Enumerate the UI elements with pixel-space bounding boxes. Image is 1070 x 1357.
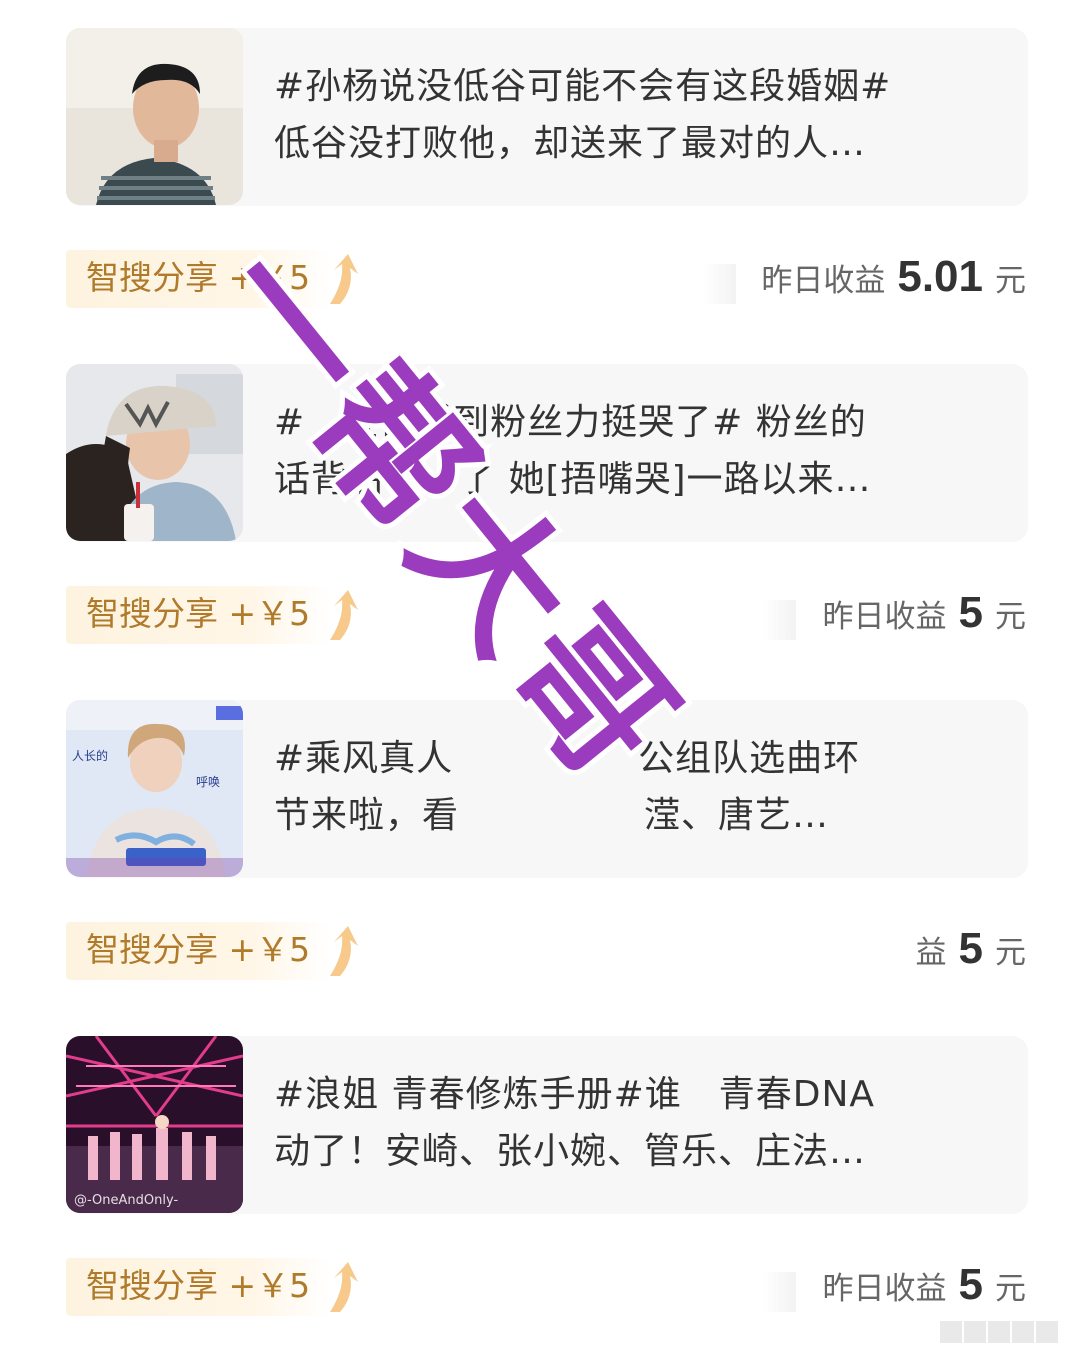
reward-label: 智搜分享 — [86, 930, 218, 969]
up-arrow-icon — [330, 254, 358, 304]
reward-tag: 智搜分享 +￥5 — [66, 586, 358, 644]
earnings-value: 5 — [958, 1260, 983, 1309]
reward-amount: +￥5 — [228, 930, 311, 969]
post-card[interactable]: @-OneAndOnly- #浪姐 青春修炼手册#谁 青春DNA 动了！安崎、张… — [66, 1036, 1028, 1214]
reward-label: 智搜分享 — [86, 594, 218, 633]
reward-tag: 智搜分享 +￥5 — [66, 250, 358, 308]
post-title[interactable]: #孙杨说没低谷可能不会有这段婚姻# 低谷没打败他，却送来了最对的人… — [274, 58, 1004, 172]
yesterday-earnings: 昨日收益 5 元 — [823, 588, 1026, 648]
fade-divider — [762, 600, 796, 640]
yesterday-earnings: 益 5 元 — [916, 924, 1026, 984]
fade-divider — [762, 1272, 796, 1312]
yesterday-earnings: 昨日收益 5 元 — [823, 1260, 1026, 1320]
fade-divider — [702, 264, 736, 304]
earnings-value: 5.01 — [897, 252, 983, 301]
earnings-value: 5 — [958, 924, 983, 973]
reward-tag: 智搜分享 +￥5 — [66, 922, 358, 980]
thumbnail-tv-show: 人长的 呼唤 — [66, 700, 243, 877]
post-title-line: #孙杨说没低谷可能不会有这段婚姻# — [274, 66, 892, 107]
post-thumbnail[interactable]: @-OneAndOnly- — [66, 1036, 243, 1213]
post-thumbnail[interactable] — [66, 364, 243, 541]
post-thumbnail[interactable] — [66, 28, 243, 205]
up-arrow-icon — [330, 1262, 358, 1312]
post-title[interactable]: # 宣仪听到粉丝力挺哭了# 粉丝的 话背后 了 她[捂嘴哭]一路以来… — [274, 394, 1004, 508]
reward-tag: 智搜分享 +￥5 — [66, 1258, 358, 1316]
reward-label: 智搜分享 — [86, 258, 218, 297]
post-title[interactable]: #浪姐 青春修炼手册#谁 青春DNA 动了！安崎、张小婉、管乐、庄法… — [274, 1066, 1004, 1180]
thumbnail-woman-cap — [66, 364, 243, 541]
up-arrow-icon — [330, 590, 358, 640]
earnings-label: 昨日收益 — [761, 263, 886, 299]
earnings-unit: 元 — [995, 935, 1026, 971]
earnings-label: 益 — [915, 935, 947, 971]
thumbnail-caption: 呼唤 — [196, 775, 220, 789]
post-title-line: # 宣仪听到粉丝力挺哭了# 粉丝的 — [274, 402, 867, 443]
reward-text: 智搜分享 +￥5 — [86, 1266, 310, 1306]
thumbnail-man-portrait — [66, 28, 243, 205]
earnings-feed: #孙杨说没低谷可能不会有这段婚姻# 低谷没打败他，却送来了最对的人… 智搜分享 … — [0, 0, 1070, 1357]
up-arrow-icon — [330, 926, 358, 976]
reward-amount: +￥5 — [228, 258, 311, 297]
post-title-line: 低谷没打败他，却送来了最对的人… — [274, 123, 867, 164]
post-title[interactable]: #乘风真人 公组队选曲环 节来啦，看 滢、唐艺… — [274, 730, 1004, 844]
thumbnail-watermark: @-OneAndOnly- — [74, 1193, 178, 1208]
reward-text: 智搜分享 +￥5 — [86, 930, 310, 970]
reward-amount: +￥5 — [228, 1266, 311, 1305]
earnings-value: 5 — [958, 588, 983, 637]
reward-label: 智搜分享 — [86, 1266, 218, 1305]
post-card[interactable]: # 宣仪听到粉丝力挺哭了# 粉丝的 话背后 了 她[捂嘴哭]一路以来… — [66, 364, 1028, 542]
thumbnail-stage-performance: @-OneAndOnly- — [66, 1036, 243, 1213]
post-title-line: #乘风真人 公组队选曲环 — [274, 738, 861, 779]
earnings-label: 昨日收益 — [822, 1271, 947, 1307]
post-title-line: 动了！安崎、张小婉、管乐、庄法… — [274, 1131, 867, 1172]
post-title-line: 节来啦，看 滢、唐艺… — [274, 795, 830, 836]
post-card[interactable]: #孙杨说没低谷可能不会有这段婚姻# 低谷没打败他，却送来了最对的人… — [66, 28, 1028, 206]
earnings-unit: 元 — [995, 263, 1026, 299]
earnings-unit: 元 — [995, 1271, 1026, 1307]
post-card[interactable]: 人长的 呼唤 #乘风真人 公组队选曲环 节来啦，看 滢、唐艺… — [66, 700, 1028, 878]
reward-text: 智搜分享 +￥5 — [86, 258, 310, 298]
earnings-label: 昨日收益 — [822, 599, 947, 635]
reward-amount: +￥5 — [228, 594, 311, 633]
thumbnail-caption: 人长的 — [72, 748, 108, 763]
reward-text: 智搜分享 +￥5 — [86, 594, 310, 634]
yesterday-earnings: 昨日收益 5.01 元 — [761, 252, 1026, 312]
post-thumbnail[interactable]: 人长的 呼唤 — [66, 700, 243, 877]
bottom-scroll-handle — [940, 1321, 1058, 1343]
post-title-line: #浪姐 青春修炼手册#谁 青春DNA — [274, 1074, 876, 1115]
post-title-line: 话背后 了 她[捂嘴哭]一路以来… — [274, 459, 872, 500]
earnings-unit: 元 — [995, 599, 1026, 635]
